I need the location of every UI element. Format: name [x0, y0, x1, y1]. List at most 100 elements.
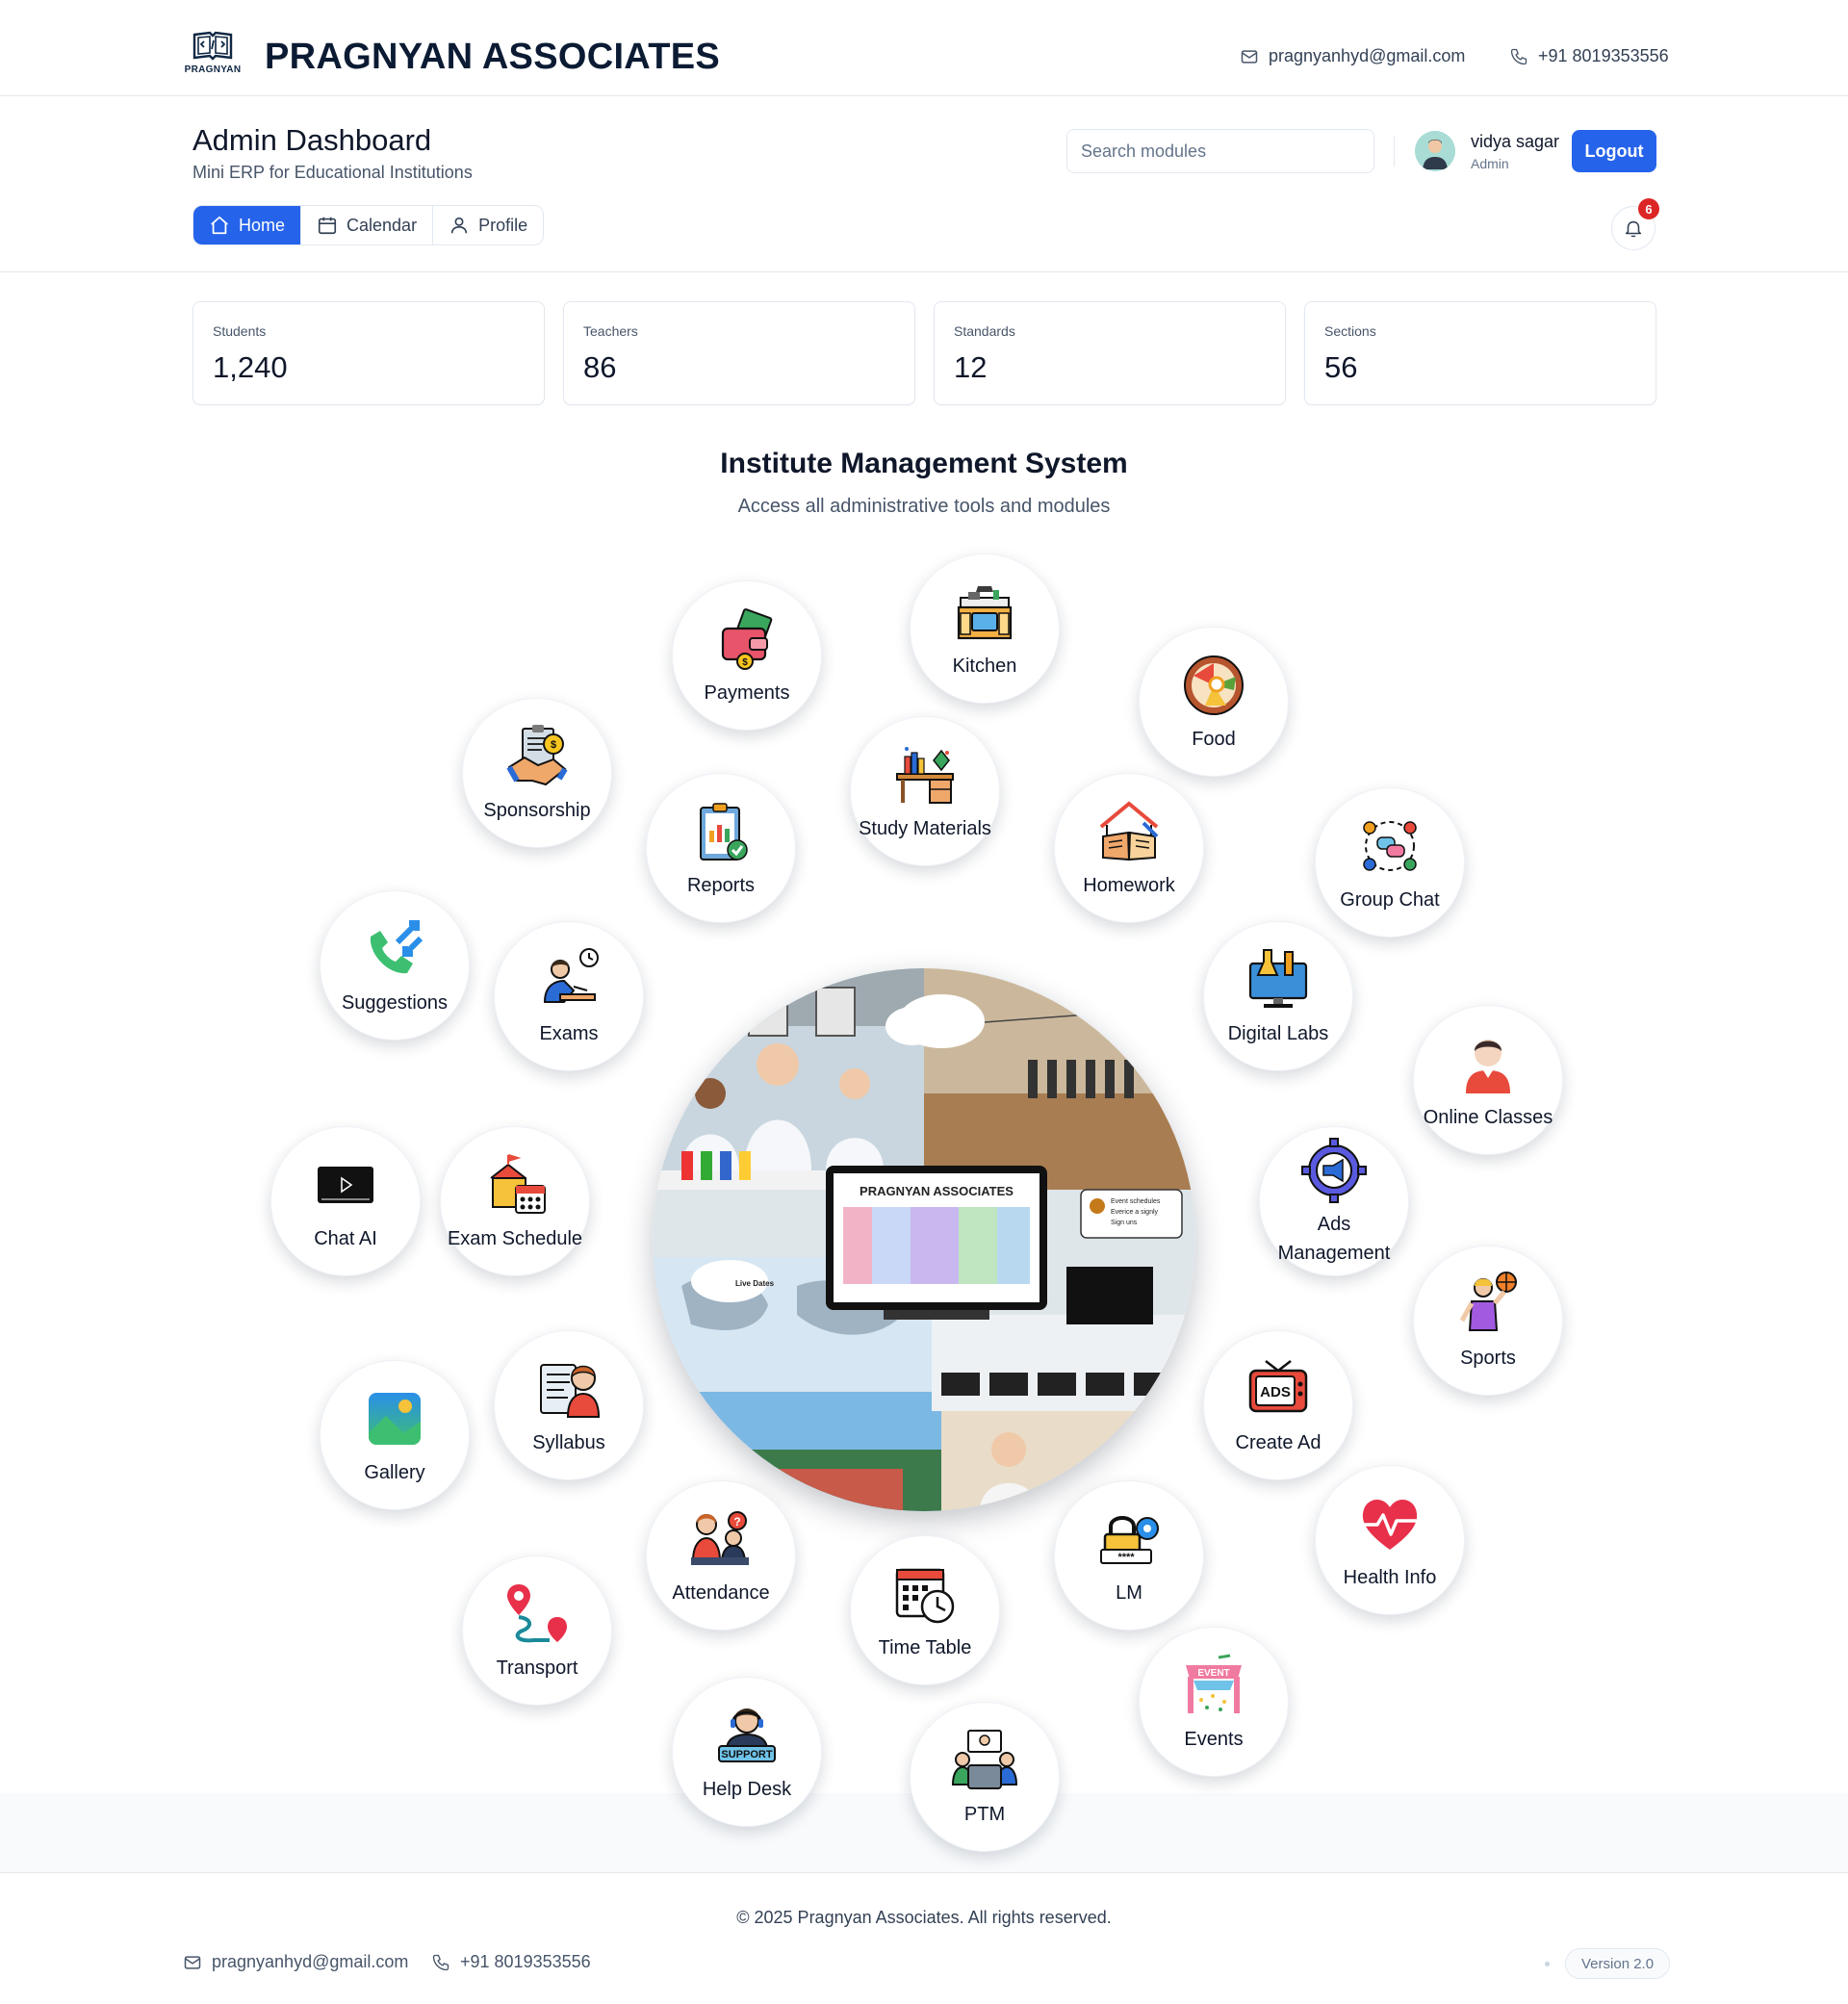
note-line: Everice a signly: [1111, 1209, 1159, 1216]
module-label: Events: [1184, 1729, 1244, 1750]
bell-icon: [1625, 220, 1642, 238]
module-label: Payments: [704, 682, 790, 704]
brand-logo[interactable]: PRAGNYAN: [183, 29, 243, 79]
person-icon: [1452, 1028, 1524, 1099]
group-chat-icon: [1354, 810, 1425, 882]
mail-icon: [184, 1955, 201, 1969]
tab-calendar[interactable]: Calendar: [301, 206, 434, 244]
header-email[interactable]: pragnyanhyd@gmail.com: [1240, 46, 1465, 66]
user-avatar-icon: [1415, 131, 1455, 171]
module-help-desk[interactable]: SUPPORT Help Desk: [672, 1677, 822, 1827]
module-kitchen[interactable]: Kitchen: [910, 553, 1060, 704]
module-homework[interactable]: Homework: [1054, 773, 1204, 923]
home-book-icon: [1093, 796, 1165, 867]
module-label: Suggestions: [341, 992, 449, 1014]
cloud-label: Live Dates: [735, 1279, 775, 1288]
module-events[interactable]: EVENT Events: [1139, 1627, 1289, 1777]
logout-button[interactable]: Logout: [1572, 130, 1656, 172]
module-label: Time Table: [878, 1637, 972, 1658]
module-chat-ai[interactable]: Chat AI: [270, 1126, 421, 1276]
lock-gear-icon: ****: [1093, 1503, 1165, 1575]
stat-card-standards: Standards 12: [934, 301, 1286, 405]
user-name: vidya sagar: [1471, 132, 1560, 151]
study-desk-icon: [889, 739, 961, 810]
module-label: Exams: [539, 1023, 599, 1044]
footer-phone[interactable]: +91 8019353556: [431, 1952, 591, 1972]
phone-arrows-icon: [359, 913, 430, 985]
module-label: Attendance: [672, 1582, 770, 1604]
nav-tabs: Home Calendar Profile: [192, 205, 545, 245]
search-input[interactable]: [1066, 129, 1374, 173]
module-label: Study Materials: [859, 818, 991, 839]
ads-tv-icon: ADS: [1243, 1353, 1314, 1425]
basketball-player-icon: [1452, 1269, 1524, 1340]
module-sports[interactable]: Sports: [1413, 1246, 1563, 1396]
module-label: Food: [1192, 729, 1236, 750]
avatar[interactable]: [1415, 131, 1455, 171]
module-label: Ads Management: [1277, 1214, 1391, 1264]
module-syllabus[interactable]: Syllabus: [494, 1330, 644, 1480]
module-payments[interactable]: $ Payments: [672, 580, 822, 731]
brand-name: PRAGNYAN ASSOCIATES: [265, 37, 721, 77]
header-email-text: pragnyanhyd@gmail.com: [1269, 46, 1466, 65]
module-group-chat[interactable]: Group Chat: [1315, 787, 1465, 938]
kitchen-icon: [949, 577, 1020, 648]
module-exams[interactable]: Exams: [494, 921, 644, 1071]
stat-card-students: Students 1,240: [192, 301, 545, 405]
stat-label: Standards: [954, 323, 1015, 339]
module-attendance[interactable]: ? Attendance: [646, 1480, 796, 1631]
tab-calendar-label: Calendar: [346, 215, 418, 235]
module-study-materials[interactable]: Study Materials: [850, 716, 1000, 866]
video-player-icon: [310, 1149, 381, 1220]
svg-text:ADS: ADS: [1260, 1384, 1291, 1400]
module-exam-schedule[interactable]: Exam Schedule: [440, 1126, 590, 1276]
module-ads-management[interactable]: Ads Management: [1259, 1126, 1409, 1276]
tab-home-label: Home: [239, 215, 286, 235]
notification-badge: 6: [1638, 198, 1659, 219]
stat-label: Teachers: [583, 323, 638, 339]
student-writing-icon: [533, 944, 604, 1015]
footer-email[interactable]: pragnyanhyd@gmail.com: [183, 1952, 408, 1972]
module-transport[interactable]: Transport: [462, 1555, 612, 1706]
module-sponsorship[interactable]: $ Sponsorship: [462, 698, 612, 848]
module-ptm[interactable]: PTM: [910, 1702, 1060, 1852]
footer-email-text: pragnyanhyd@gmail.com: [212, 1952, 409, 1971]
svg-text:SUPPORT: SUPPORT: [721, 1749, 772, 1760]
module-health-info[interactable]: Health Info: [1315, 1465, 1465, 1615]
footer-phone-text: +91 8019353556: [460, 1952, 591, 1971]
module-time-table[interactable]: Time Table: [850, 1535, 1000, 1685]
clipboard-chart-icon: [685, 796, 757, 867]
module-label: Syllabus: [532, 1432, 605, 1453]
module-food[interactable]: Food: [1139, 627, 1289, 777]
section-title: Institute Management System: [720, 448, 1128, 479]
stat-value: 86: [583, 350, 617, 384]
module-gallery[interactable]: Gallery: [320, 1360, 470, 1510]
header-phone[interactable]: +91 8019353556: [1509, 46, 1669, 66]
module-suggestions[interactable]: Suggestions: [320, 890, 470, 1041]
tab-home[interactable]: Home: [193, 206, 302, 244]
status-dot: [1545, 1962, 1550, 1966]
module-label: Chat AI: [314, 1228, 377, 1249]
module-label: Online Classes: [1423, 1107, 1553, 1128]
stat-label: Students: [213, 323, 267, 339]
food-bowl-icon: [1178, 650, 1249, 721]
divider: [1394, 136, 1395, 167]
module-lm[interactable]: **** LM: [1054, 1480, 1204, 1631]
page-subtitle: Mini ERP for Educational Institutions: [192, 163, 473, 182]
module-reports[interactable]: Reports: [646, 773, 796, 923]
module-label: Create Ad: [1235, 1432, 1322, 1453]
module-digital-labs[interactable]: Digital Labs: [1203, 921, 1353, 1071]
note-line: Event schedules: [1111, 1198, 1161, 1205]
module-create-ad[interactable]: ADS Create Ad: [1203, 1330, 1353, 1480]
tab-profile[interactable]: Profile: [433, 206, 543, 244]
svg-text:$: $: [742, 657, 748, 668]
meeting-icon: [949, 1725, 1020, 1796]
copyright: © 2025 Pragnyan Associates. All rights r…: [736, 1908, 1112, 1927]
image-icon: [359, 1383, 430, 1454]
attendance-icon: ?: [685, 1503, 757, 1575]
module-online-classes[interactable]: Online Classes: [1413, 1005, 1563, 1155]
stat-card-teachers: Teachers 86: [563, 301, 915, 405]
school-calendar-icon: [479, 1149, 551, 1220]
module-label: Kitchen: [952, 655, 1017, 677]
footer: © 2025 Pragnyan Associates. All rights r…: [0, 1872, 1848, 2004]
